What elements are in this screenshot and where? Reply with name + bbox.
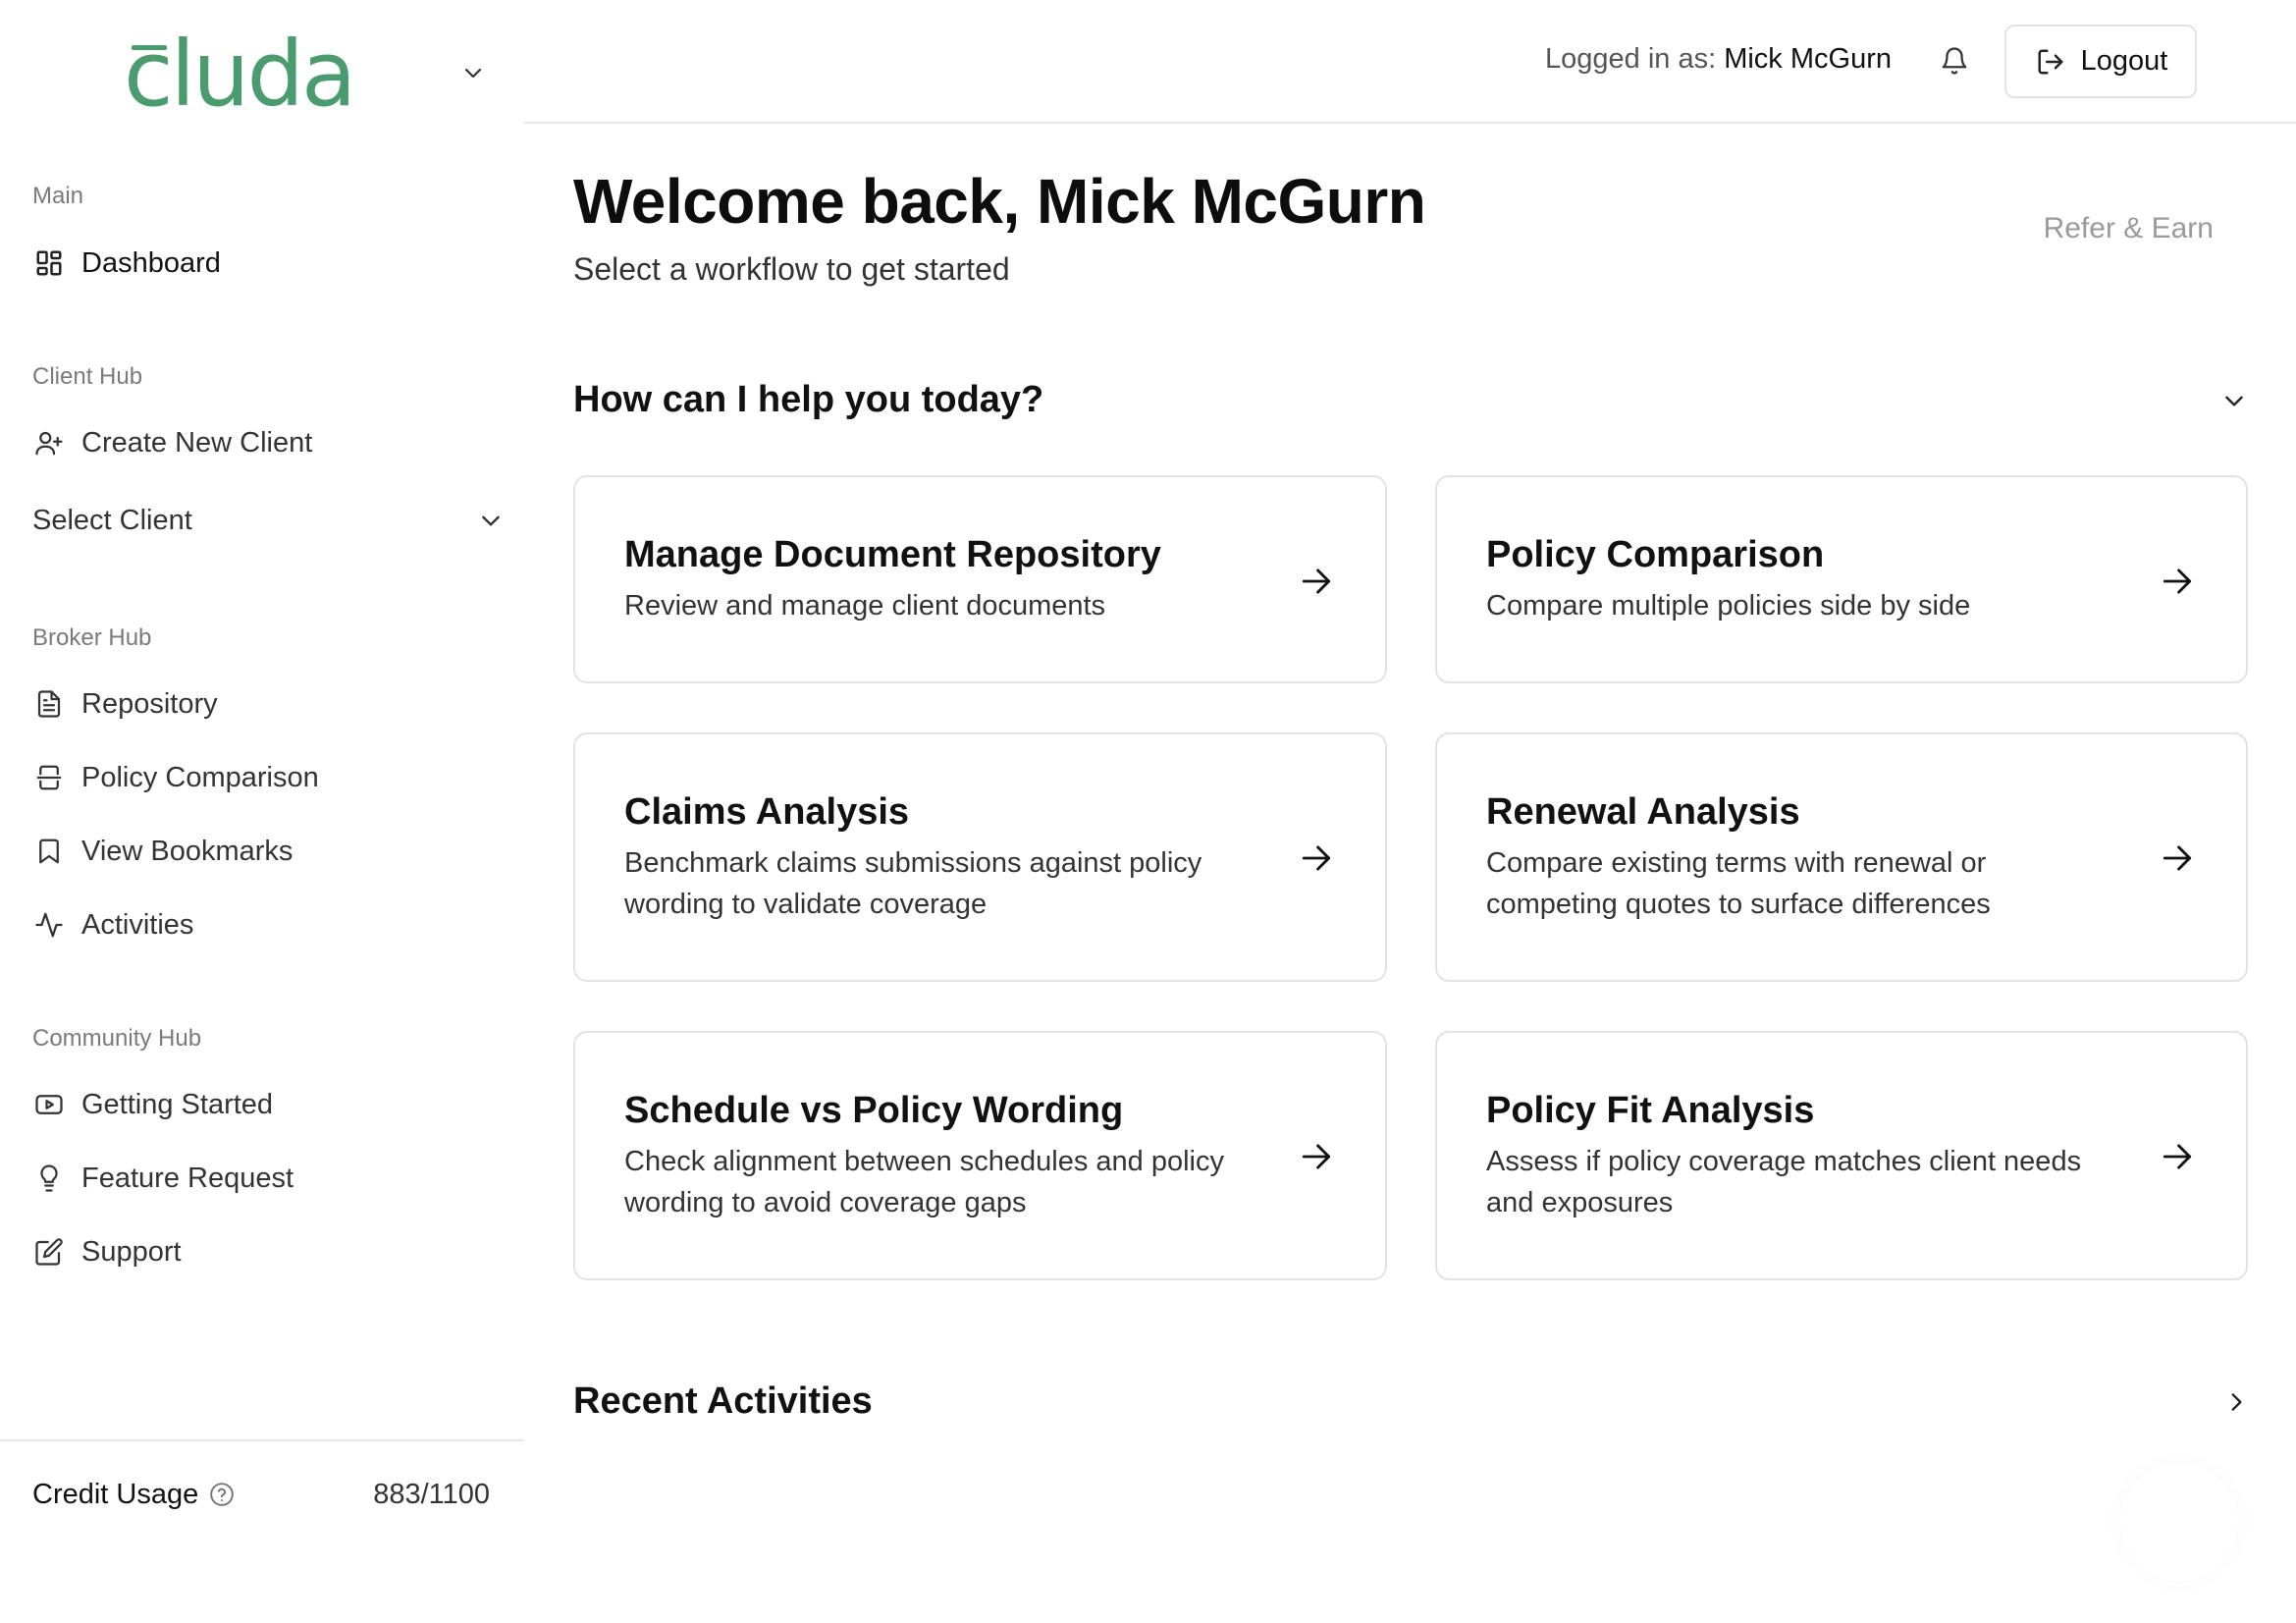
workflow-card-claims-analysis[interactable]: Claims Analysis Benchmark claims submiss…	[573, 732, 1387, 982]
sidebar-item-policy-comparison[interactable]: Policy Comparison	[32, 752, 504, 803]
logout-label: Logout	[2080, 45, 2168, 77]
arrow-right-icon	[2156, 837, 2199, 880]
credit-usage: Credit Usage 883/1100	[32, 1473, 490, 1516]
workspace-chevron-down-icon[interactable]	[457, 57, 489, 88]
card-title: Schedule vs Policy Wording	[624, 1090, 1124, 1131]
expand-chevron-right-icon[interactable]	[2218, 1384, 2254, 1420]
logout-button[interactable]: Logout	[2004, 25, 2197, 98]
sidebar-item-getting-started[interactable]: Getting Started	[32, 1079, 504, 1130]
card-description: Compare existing terms with renewal or c…	[1486, 847, 1991, 920]
bookmark-icon	[32, 835, 66, 868]
card-description: Assess if policy coverage matches client…	[1486, 1146, 2082, 1218]
card-description: Review and manage client documents	[624, 590, 1106, 622]
logged-in-status: Logged in as: Mick McGurn	[1545, 43, 1892, 76]
recent-activities-heading: Recent Activities	[573, 1380, 873, 1422]
arrow-right-icon	[2156, 560, 2199, 603]
credit-usage-label: Credit Usage	[32, 1478, 199, 1510]
main-content: Welcome back, Mick McGurn Select a workf…	[524, 126, 2296, 1623]
workflow-card-manage-document-repository[interactable]: Manage Document Repository Review and ma…	[573, 475, 1387, 683]
arrow-right-icon	[1295, 837, 1338, 880]
section-label-client-hub: Client Hub	[32, 363, 143, 390]
refer-and-earn-link[interactable]: Refer & Earn	[2044, 212, 2214, 245]
top-header: Logged in as: Mick McGurn Logout	[524, 0, 2296, 124]
section-label-broker-hub: Broker Hub	[32, 624, 152, 651]
sidebar-item-activities[interactable]: Activities	[32, 899, 504, 950]
page-subtitle: Select a workflow to get started	[573, 251, 1010, 287]
compare-icon	[32, 761, 66, 794]
workflow-card-renewal-analysis[interactable]: Renewal Analysis Compare existing terms …	[1435, 732, 2248, 982]
section-label-community-hub: Community Hub	[32, 1025, 202, 1052]
sidebar-item-label: Getting Started	[81, 1088, 274, 1120]
select-client-label: Select Client	[32, 504, 192, 536]
sidebar-item-dashboard[interactable]: Dashboard	[32, 238, 504, 289]
arrow-right-icon	[1295, 560, 1338, 603]
user-plus-icon	[32, 426, 66, 460]
workflow-card-policy-fit-analysis[interactable]: Policy Fit Analysis Assess if policy cov…	[1435, 1031, 2248, 1280]
logged-in-user-name: Mick McGurn	[1724, 43, 1892, 75]
chat-launcher-button[interactable]	[2120, 1463, 2238, 1581]
card-title: Manage Document Repository	[624, 534, 1161, 575]
credit-divider	[0, 1439, 524, 1441]
workflow-card-schedule-vs-policy-wording[interactable]: Schedule vs Policy Wording Check alignme…	[573, 1031, 1387, 1280]
credit-usage-value: 883/1100	[373, 1478, 490, 1510]
logged-in-prefix: Logged in as:	[1545, 43, 1725, 75]
document-icon	[32, 687, 66, 721]
help-heading: How can I help you today?	[573, 379, 1044, 420]
lightbulb-icon	[32, 1162, 66, 1195]
sidebar-item-label: Activities	[81, 908, 194, 941]
card-description: Compare multiple policies side by side	[1486, 590, 1971, 622]
workflow-card-policy-comparison[interactable]: Policy Comparison Compare multiple polic…	[1435, 475, 2248, 683]
card-description: Check alignment between schedules and po…	[624, 1146, 1224, 1218]
dashboard-grid-icon	[32, 246, 66, 280]
card-description: Benchmark claims submissions against pol…	[624, 847, 1202, 920]
card-title: Claims Analysis	[624, 791, 910, 833]
collapse-chevron-down-icon[interactable]	[2216, 383, 2252, 418]
cluda-logo[interactable]: cluda	[124, 29, 356, 120]
activity-icon	[32, 908, 66, 942]
card-title: Policy Fit Analysis	[1486, 1090, 1815, 1131]
sidebar-item-repository[interactable]: Repository	[32, 678, 504, 730]
page-title: Welcome back, Mick McGurn	[573, 166, 1426, 237]
edit-icon	[32, 1235, 66, 1269]
notifications-bell-icon[interactable]	[1935, 41, 1974, 81]
sidebar-item-support[interactable]: Support	[32, 1226, 504, 1277]
logout-icon	[2034, 45, 2067, 79]
help-circle-icon[interactable]	[208, 1481, 236, 1508]
sidebar: cluda Main Dashboard Client Hub Create N…	[0, 0, 524, 1623]
play-video-icon	[32, 1088, 66, 1121]
sidebar-item-label: Repository	[81, 687, 218, 720]
sidebar-item-feature-request[interactable]: Feature Request	[32, 1153, 504, 1204]
sidebar-item-label: Dashboard	[81, 246, 221, 279]
card-title: Renewal Analysis	[1486, 791, 1800, 833]
arrow-right-icon	[2156, 1135, 2199, 1178]
brand-area: cluda	[0, 0, 524, 124]
sidebar-item-view-bookmarks[interactable]: View Bookmarks	[32, 826, 504, 877]
select-client-dropdown[interactable]: Select Client	[32, 495, 504, 546]
sidebar-item-create-new-client[interactable]: Create New Client	[32, 417, 504, 468]
sidebar-item-label: Policy Comparison	[81, 761, 319, 793]
section-label-main: Main	[32, 183, 84, 209]
card-title: Policy Comparison	[1486, 534, 1825, 575]
sidebar-item-label: Feature Request	[81, 1162, 294, 1194]
sidebar-item-label: Create New Client	[81, 426, 313, 459]
sidebar-item-label: View Bookmarks	[81, 835, 294, 867]
sidebar-item-label: Support	[81, 1235, 182, 1268]
arrow-right-icon	[1295, 1135, 1338, 1178]
chevron-down-icon	[478, 508, 504, 533]
